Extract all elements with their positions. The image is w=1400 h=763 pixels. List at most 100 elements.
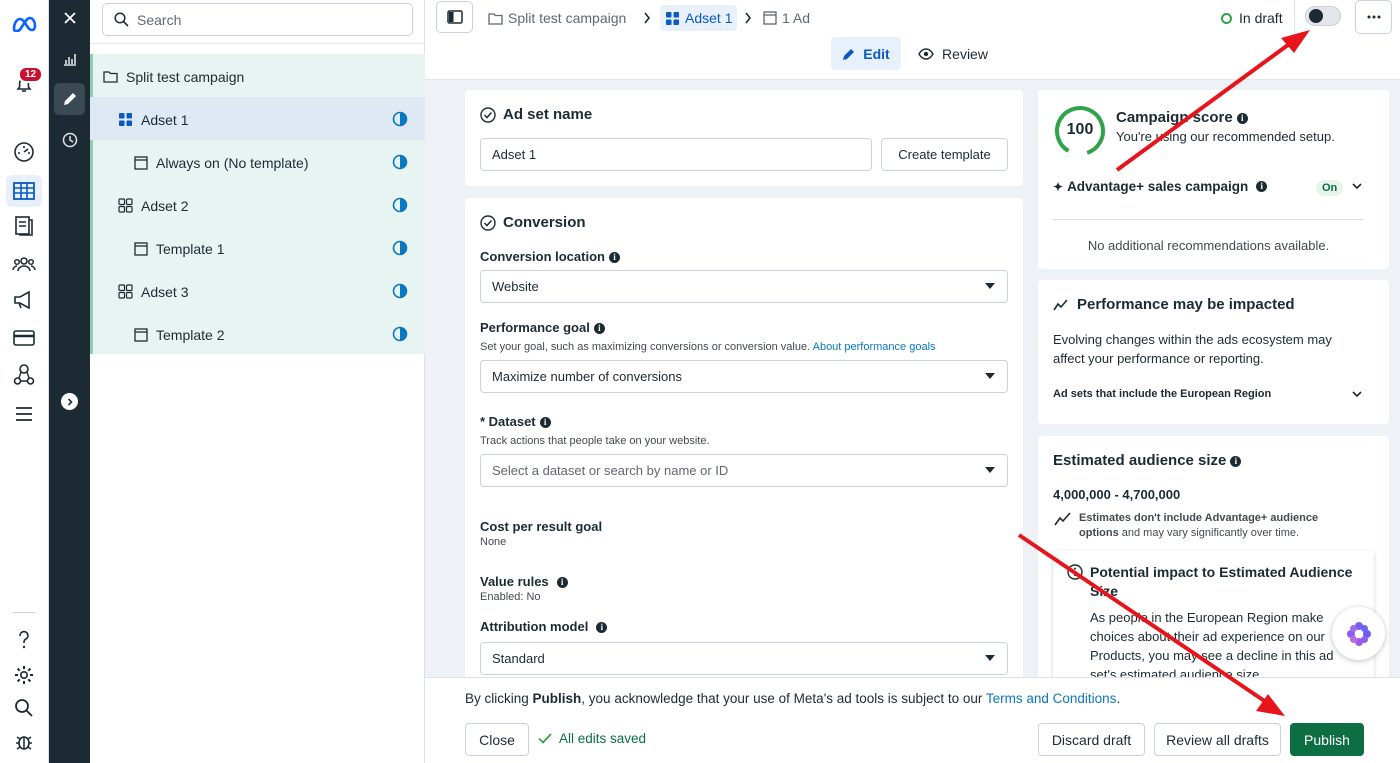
reporting-chart-icon[interactable]	[55, 44, 84, 73]
search-icon[interactable]	[10, 694, 38, 722]
terms-notice-end: .	[1116, 691, 1121, 706]
estimated-audience-title: Estimated audience size	[1053, 452, 1227, 469]
trend-line-icon	[1054, 512, 1071, 526]
create-template-button[interactable]: Create template	[881, 138, 1008, 171]
campaigns-table-icon[interactable]	[6, 175, 42, 207]
history-clock-icon[interactable]	[55, 125, 84, 154]
tree-search-input[interactable]: Search	[102, 3, 413, 36]
tree-item-adset-2[interactable]: Adset 2	[90, 184, 425, 227]
close-button[interactable]: Close	[465, 723, 529, 756]
conversion-header: Conversion	[480, 214, 586, 231]
campaign-score-title: Campaign score	[1116, 109, 1233, 126]
tab-review[interactable]: Review	[913, 37, 993, 70]
draft-toggle-switch[interactable]	[1305, 6, 1341, 26]
adset-grid-icon	[119, 113, 132, 126]
performance-goal-label: Performance goal	[480, 320, 590, 335]
chevron-down-icon[interactable]	[1352, 391, 1362, 398]
audience-estimate-note: Estimates don't include Advantage+ audie…	[1079, 511, 1359, 541]
campaign-tree-panel: Search Split test campaign Adset 1 Alway…	[90, 0, 425, 763]
business-assets-icon[interactable]	[10, 361, 38, 389]
editor-main: Ad set name Adset 1 Create template Conv…	[425, 80, 1400, 677]
more-options-button[interactable]	[1355, 0, 1392, 34]
settings-gear-icon[interactable]	[10, 661, 38, 689]
conversion-location-value: Website	[492, 279, 539, 294]
review-all-drafts-button[interactable]: Review all drafts	[1154, 723, 1281, 756]
score-divider	[1053, 219, 1364, 220]
all-tools-menu-icon[interactable]	[10, 400, 38, 428]
meta-logo-icon[interactable]	[10, 10, 38, 38]
attribution-model-select[interactable]: Standard	[480, 642, 1008, 675]
toggle-sidebar-button[interactable]	[436, 1, 473, 33]
tree-item-label: Template 2	[156, 326, 225, 343]
conversion-location-select[interactable]: Website	[480, 270, 1008, 303]
breadcrumb-campaign[interactable]: Split test campaign	[488, 7, 626, 29]
performance-goal-select[interactable]: Maximize number of conversions	[480, 360, 1008, 393]
tree-item-adset-3[interactable]: Adset 3	[90, 270, 425, 313]
tab-edit[interactable]: Edit	[831, 37, 901, 70]
breadcrumb-adset[interactable]: Adset 1	[660, 5, 738, 31]
pages-icon[interactable]	[10, 212, 38, 240]
audiences-icon[interactable]	[10, 250, 38, 278]
chevron-down-icon[interactable]	[1352, 183, 1362, 190]
billing-card-icon[interactable]	[10, 324, 38, 352]
tab-edit-label: Edit	[863, 45, 890, 62]
adset-grid-icon	[118, 284, 133, 299]
info-icon[interactable]: i	[1230, 456, 1242, 467]
conversion-location-label: Conversion location	[480, 249, 605, 264]
campaign-score-card: 100 Campaign score i You're using our rec…	[1038, 90, 1389, 269]
conversion-title: Conversion	[503, 214, 586, 231]
adset-name-input[interactable]: Adset 1	[480, 138, 872, 171]
attribution-model-label: Attribution model	[480, 619, 589, 634]
ai-assistant-button[interactable]	[1332, 607, 1385, 660]
edit-pencil-icon	[843, 48, 855, 60]
tree-item-ad[interactable]: Template 1	[90, 227, 425, 270]
tree-item-label: Template 1	[156, 240, 225, 257]
publish-button[interactable]: Publish	[1290, 723, 1364, 756]
tree-divider	[90, 43, 425, 44]
dataset-help: Track actions that people take on your w…	[480, 435, 710, 447]
trend-line-icon	[1053, 298, 1068, 310]
dataset-select[interactable]: Select a dataset or search by name or ID	[480, 454, 1008, 487]
top-bar: Split test campaign Adset 1 1 Ad In draf…	[425, 0, 1400, 80]
toggle-knob	[1309, 9, 1323, 23]
discard-draft-button[interactable]: Discard draft	[1038, 723, 1145, 756]
performance-impact-body: Evolving changes within the ads ecosyste…	[1053, 332, 1332, 366]
dataset-label: * Dataset	[480, 414, 536, 429]
attribution-model-label-row: Attribution model i	[480, 619, 608, 634]
dashboard-gauge-icon[interactable]	[10, 138, 38, 166]
search-icon	[114, 12, 129, 27]
info-icon[interactable]: i	[539, 417, 551, 428]
split-test-half-icon	[392, 240, 408, 256]
no-recommendations-text: No additional recommendations available.	[1087, 238, 1330, 253]
status-dot-icon	[1221, 12, 1232, 24]
info-icon[interactable]: i	[1236, 113, 1248, 124]
info-icon[interactable]: i	[1256, 181, 1268, 192]
info-icon[interactable]: i	[556, 577, 568, 588]
eye-icon	[918, 47, 934, 60]
help-icon[interactable]	[10, 626, 38, 654]
tree-item-adset-1[interactable]: Adset 1	[90, 98, 425, 141]
terms-and-conditions-link[interactable]: Terms and Conditions	[986, 691, 1117, 706]
draft-status: In draft	[1221, 10, 1283, 26]
breadcrumb-ad[interactable]: 1 Ad	[763, 7, 810, 29]
terms-notice: By clicking Publish, you acknowledge tha…	[465, 691, 1120, 706]
advantage-campaign-row[interactable]: ✦ Advantage+ sales campaign i	[1053, 179, 1268, 194]
tab-review-label: Review	[942, 45, 988, 62]
tree-item-campaign[interactable]: Split test campaign	[90, 55, 425, 98]
report-bug-icon[interactable]	[10, 728, 38, 756]
info-icon[interactable]: i	[608, 252, 620, 263]
info-icon[interactable]: i	[596, 622, 608, 633]
expand-panel-icon[interactable]	[61, 393, 78, 410]
draft-status-label: In draft	[1239, 10, 1283, 26]
tree-item-ad[interactable]: Template 2	[90, 313, 425, 356]
performance-goal-label-row: Performance goal i	[480, 320, 605, 335]
edit-pencil-icon[interactable]	[54, 83, 85, 115]
value-rules-label-row: Value rules i	[480, 574, 568, 589]
conversion-card: Conversion Conversion location i Website …	[465, 198, 1023, 677]
info-icon[interactable]: i	[593, 323, 605, 334]
megaphone-icon[interactable]	[10, 286, 38, 314]
tree-item-ad[interactable]: Always on (No template)	[90, 141, 425, 184]
save-status: All edits saved	[538, 731, 646, 746]
close-icon[interactable]	[55, 3, 84, 32]
about-performance-goals-link[interactable]: About performance goals	[813, 341, 936, 353]
